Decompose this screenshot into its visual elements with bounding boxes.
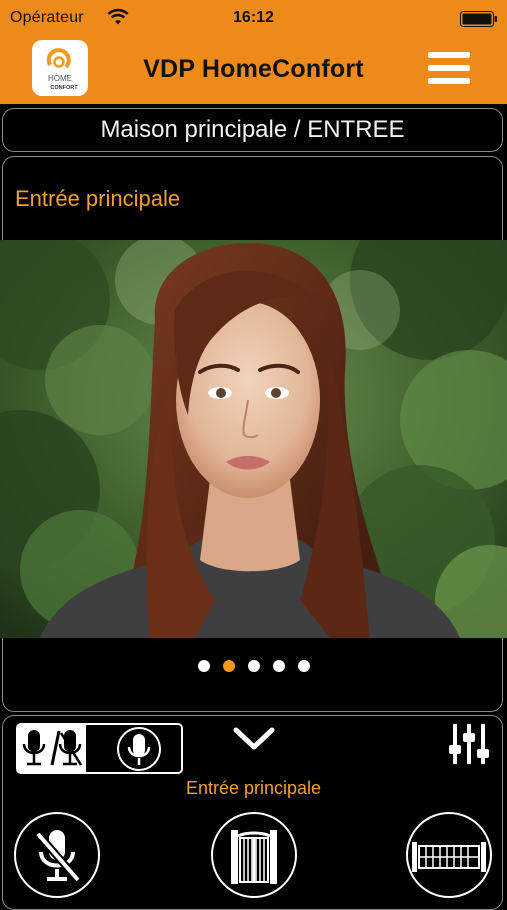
mute-button[interactable] [14,812,100,898]
location-selector[interactable]: Maison principale / ENTREE [2,108,503,152]
sliding-gate-button[interactable] [406,812,492,898]
chevron-down-icon [233,727,275,750]
app-header: Opérateur 16:12 HOME CONFORT VDP HomeCon… [0,0,507,104]
page-dot[interactable] [247,660,260,672]
camera-name: Entrée principale [15,186,181,211]
microphone-muted-icon [34,830,82,883]
gate-icon [231,830,277,884]
video-feed[interactable] [0,240,507,638]
battery-icon [460,11,497,27]
hamburger-icon [428,52,470,58]
microphone-icon [117,727,161,771]
menu-button[interactable] [424,48,474,88]
page-dot[interactable] [297,660,310,672]
page-dot[interactable] [222,660,235,672]
sliding-gate-icon [412,842,486,872]
audio-mode-toggle[interactable] [16,723,183,774]
page-indicator [0,660,507,674]
settings-button[interactable] [446,721,492,767]
svg-text:CONFORT: CONFORT [50,85,78,91]
page-dot[interactable] [272,660,285,672]
status-bar: Opérateur 16:12 [0,0,507,36]
status-time: 16:12 [233,9,274,26]
collapse-button[interactable] [230,722,278,754]
gate-button[interactable] [211,812,297,898]
page-dot[interactable] [197,660,210,672]
sliders-icon [449,724,489,764]
controls-camera-label: Entrée principale [185,778,322,798]
